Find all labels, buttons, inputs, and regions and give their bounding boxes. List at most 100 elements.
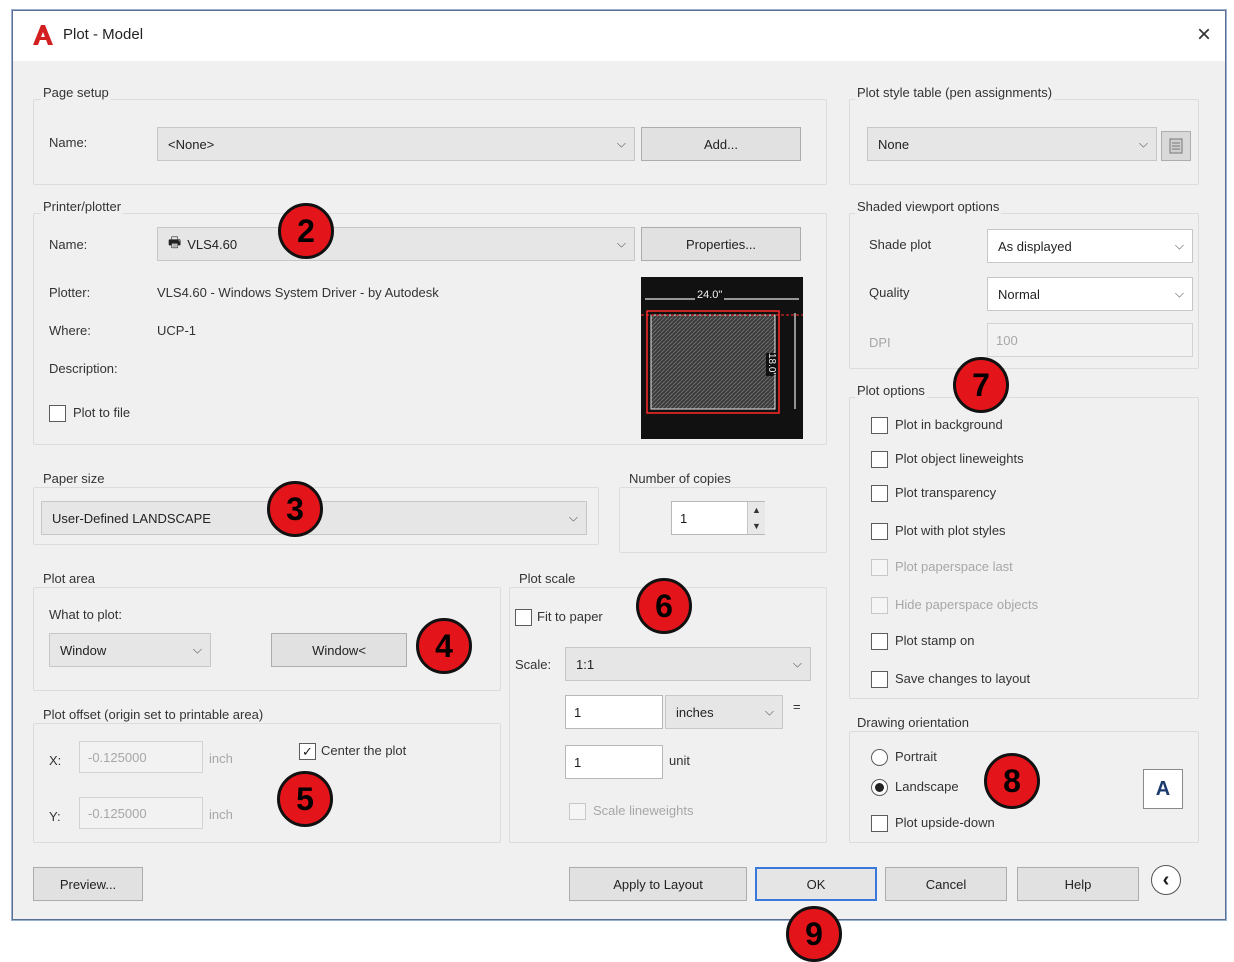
scale-units-dropdown[interactable]: inches ⌵ [665,695,783,729]
plot-stamp-checkbox[interactable] [871,633,888,650]
chevron-down-icon: ⌵ [616,236,626,251]
copies-value: 1 [680,510,688,526]
chevron-down-icon: ⌵ [1138,136,1148,151]
plot-scale-label: Plot scale [517,571,578,586]
plot-styles-label: Plot with plot styles [895,523,1006,538]
plot-styles-checkbox[interactable] [871,523,888,540]
shade-plot-dropdown[interactable]: As displayed ⌵ [987,229,1193,263]
scale-value2: 1 [574,754,582,770]
title-bar: Plot - Model × [13,11,1225,61]
add-button[interactable]: Add... [641,127,801,161]
scale-dropdown[interactable]: 1:1 ⌵ [565,647,811,681]
what-to-plot-value: Window [60,642,107,658]
page-setup-name-dropdown[interactable]: <None> ⌵ [157,127,635,161]
annotation-badge-4: 4 [416,618,472,674]
plot-to-file-label: Plot to file [73,405,131,420]
preview-width-label: 24.0" [695,289,725,301]
scale-value: 1:1 [576,656,595,672]
plotter-label: Plotter: [49,285,91,300]
ok-button[interactable]: OK [755,867,877,901]
offset-x-label: X: [49,753,62,768]
plot-options-label: Plot options [855,383,927,398]
help-button[interactable]: Help [1017,867,1139,901]
printer-name-dropdown[interactable]: 🖶 VLS4.60 ⌵ [157,227,635,261]
plot-stamp-label: Plot stamp on [895,633,975,648]
apply-to-layout-button[interactable]: Apply to Layout [569,867,747,901]
offset-x-field[interactable]: -0.125000 [79,741,203,773]
description-label: Description: [49,361,118,376]
plot-lineweights-checkbox[interactable] [871,451,888,468]
scale-label: Scale: [515,657,552,672]
upside-down-checkbox[interactable] [871,815,888,832]
offset-x-unit: inch [209,751,233,766]
preview-button[interactable]: Preview... [33,867,143,901]
save-changes-checkbox[interactable] [871,671,888,688]
printer-name-label: Name: [49,237,88,252]
spin-down-icon[interactable]: ▼ [752,521,761,531]
hide-paperspace-label: Hide paperspace objects [895,597,1039,612]
plot-to-file-checkbox[interactable] [49,405,66,422]
plot-options-group [849,397,1199,699]
landscape-label: Landscape [895,779,959,794]
dpi-field[interactable]: 100 [987,323,1193,357]
annotation-badge-8: 8 [984,753,1040,809]
cancel-button[interactable]: Cancel [885,867,1007,901]
page-setup-label: Page setup [41,85,111,100]
plot-paperspace-last-checkbox[interactable] [871,559,888,576]
plot-dialog: Plot - Model × Page setup Name: <None> ⌵… [12,10,1226,920]
center-plot-checkbox[interactable]: ✓ [299,743,316,760]
plot-background-checkbox[interactable] [871,417,888,434]
hide-paperspace-checkbox[interactable] [871,597,888,614]
what-to-plot-dropdown[interactable]: Window ⌵ [49,633,211,667]
shaded-viewport-label: Shaded viewport options [855,199,1002,214]
plot-transparency-label: Plot transparency [895,485,997,500]
collapse-options-button[interactable]: ‹ [1151,865,1181,895]
scale-lineweights-label: Scale lineweights [593,803,694,818]
plot-background-label: Plot in background [895,417,1003,432]
plot-style-value: None [878,136,910,152]
close-icon[interactable]: × [1197,21,1211,49]
chevron-down-icon: ⌵ [192,642,202,657]
printer-icon: 🖶 [168,234,182,250]
quality-value: Normal [998,286,1040,302]
scale-lineweights-checkbox[interactable] [569,803,586,820]
where-label: Where: [49,323,91,338]
paper-size-value: User-Defined LANDSCAPE [52,510,211,526]
window-pick-button[interactable]: Window< [271,633,407,667]
scale-value2-field[interactable]: 1 [565,745,663,779]
fit-to-paper-checkbox[interactable] [515,609,532,626]
plot-paperspace-last-label: Plot paperspace last [895,559,1013,574]
quality-dropdown[interactable]: Normal ⌵ [987,277,1193,311]
plot-style-label: Plot style table (pen assignments) [855,85,1055,100]
portrait-radio[interactable] [871,749,888,766]
annotation-badge-2: 2 [278,203,334,259]
landscape-radio[interactable] [871,779,888,796]
dpi-value: 100 [996,332,1018,348]
annotation-badge-7: 7 [953,357,1009,413]
plot-style-dropdown[interactable]: None ⌵ [867,127,1157,161]
orientation-letter: A [1155,777,1171,800]
offset-x-value: -0.125000 [88,749,147,765]
plot-lineweights-label: Plot object lineweights [895,451,1024,466]
preview-height-label: 18.0" [766,353,777,377]
chevron-down-icon: ⌵ [616,136,626,151]
offset-y-field[interactable]: -0.125000 [79,797,203,829]
spin-up-icon[interactable]: ▲ [752,505,761,515]
save-changes-label: Save changes to layout [895,671,1031,686]
copies-spinner[interactable]: ▲ ▼ [747,502,765,534]
edit-plot-style-button[interactable] [1161,131,1191,161]
plot-transparency-checkbox[interactable] [871,485,888,502]
offset-y-unit: inch [209,807,233,822]
scale-unit-label: unit [669,753,690,768]
scale-value1-field[interactable]: 1 [565,695,663,729]
chevron-down-icon: ⌵ [764,704,774,719]
shade-plot-label: Shade plot [869,237,932,252]
shade-plot-value: As displayed [998,238,1072,254]
quality-label: Quality [869,285,910,300]
plotter-value: VLS4.60 - Windows System Driver - by Aut… [157,285,439,300]
offset-y-value: -0.125000 [88,805,147,821]
chevron-down-icon: ⌵ [1174,286,1184,301]
properties-button[interactable]: Properties... [641,227,801,261]
chevron-down-icon: ⌵ [568,510,578,525]
window-title: Plot - Model [63,26,144,43]
